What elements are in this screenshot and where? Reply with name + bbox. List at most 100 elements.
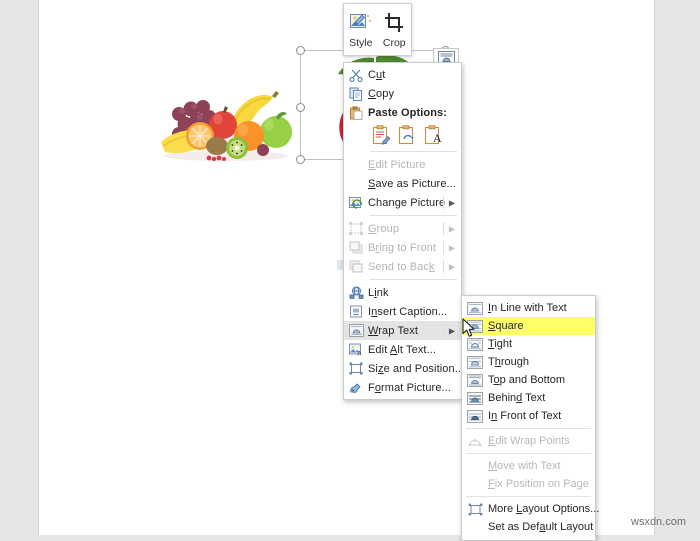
menu-item-size-and-position[interactable]: Size and Position...: [344, 359, 465, 378]
inline-with-text-icon: [462, 299, 488, 317]
menu-item-send-to-back-label: Send to Back: [368, 260, 435, 273]
submenu-item-behind-text[interactable]: Behind Text: [462, 389, 595, 407]
menu-item-edit-alt-text-label: Edit Alt Text...: [368, 343, 437, 356]
resize-handle-middle-left[interactable]: [296, 103, 305, 112]
picture-style-icon: [349, 10, 373, 34]
submenu-item-square[interactable]: Square: [462, 317, 595, 335]
menu-item-save-as-picture-label: Save as Picture...: [368, 177, 457, 190]
submenu-separator: [466, 496, 591, 497]
submenu-item-fix-position-on-page: Fix Position on Page: [462, 475, 595, 493]
submenu-separator: [466, 453, 591, 454]
alt-text-icon: A: [344, 340, 368, 359]
submenu-divider: [443, 260, 444, 273]
mini-toolbar-style-button[interactable]: Style: [344, 4, 378, 55]
mini-toolbar-crop-label: Crop: [382, 37, 406, 49]
mini-toolbar-crop-button[interactable]: Crop: [378, 4, 412, 55]
submenu-divider: [443, 222, 444, 235]
menu-item-change-picture[interactable]: Change Picture ▶: [344, 193, 461, 212]
change-picture-icon: [344, 193, 368, 212]
submenu-item-through[interactable]: Through: [462, 353, 595, 371]
menu-item-link-label: Link: [368, 286, 389, 299]
submenu-item-in-front-of-text[interactable]: In Front of Text: [462, 407, 595, 425]
menu-separator: [370, 151, 457, 152]
watermark-wsxdn: wsxdn.com: [631, 516, 687, 528]
menu-item-group: Group ▶: [344, 219, 461, 238]
menu-separator: [370, 279, 457, 280]
menu-item-format-picture[interactable]: Format Picture...: [344, 378, 461, 397]
menu-item-copy-label: Copy: [368, 87, 395, 100]
paste-options-row[interactable]: A: [344, 122, 461, 148]
submenu-item-move-with-text: Move with Text: [462, 457, 595, 475]
square-wrap-icon: [462, 317, 488, 335]
keep-text-only-icon[interactable]: A: [420, 123, 446, 147]
submenu-item-tight-label: Tight: [488, 338, 513, 350]
submenu-item-set-as-default-layout-label: Set as Default Layout: [488, 521, 594, 533]
menu-header-paste-options: Paste Options:: [344, 103, 461, 122]
resize-handle-bottom-left[interactable]: [296, 155, 305, 164]
insert-caption-icon: [344, 302, 368, 321]
no-icon: [344, 174, 368, 193]
submenu-item-more-layout-options-label: More Layout Options...: [488, 503, 600, 515]
submenu-item-top-and-bottom[interactable]: Top and Bottom: [462, 371, 595, 389]
menu-item-bring-to-front-label: Bring to Front: [368, 241, 437, 254]
submenu-divider: [443, 241, 444, 254]
left-page-gutter: [0, 0, 38, 535]
submenu-item-square-label: Square: [488, 320, 524, 332]
menu-item-save-as-picture[interactable]: Save as Picture...: [344, 174, 461, 193]
menu-item-link[interactable]: Link: [344, 283, 461, 302]
behind-text-icon: [462, 389, 488, 407]
through-wrap-icon: [462, 353, 488, 371]
wrap-text-submenu[interactable]: In Line with Text Square Tight Through T…: [461, 295, 599, 541]
link-icon: [344, 283, 368, 302]
send-to-back-icon: [344, 257, 368, 276]
svg-text:A: A: [357, 351, 361, 356]
chevron-right-icon: ▶: [448, 243, 455, 252]
menu-item-insert-caption-label: Insert Caption...: [368, 305, 448, 318]
no-icon: [462, 457, 488, 475]
tight-wrap-icon: [462, 335, 488, 353]
menu-item-group-label: Group: [368, 222, 400, 235]
in-front-of-text-icon: [462, 407, 488, 425]
no-icon: [344, 155, 368, 174]
right-page-gutter: [656, 0, 700, 535]
menu-item-send-to-back: Send to Back ▶: [344, 257, 461, 276]
document-page[interactable]: TheWindowsClub Style: [38, 0, 655, 541]
fruit-basket-picture[interactable]: [151, 70, 301, 165]
bring-to-front-icon: [344, 238, 368, 257]
copy-icon: [344, 84, 368, 103]
submenu-item-behind-text-label: Behind Text: [488, 392, 546, 404]
menu-item-wrap-text[interactable]: Wrap Text ▶: [344, 321, 461, 340]
submenu-divider: [443, 324, 444, 337]
no-icon: [462, 475, 488, 493]
submenu-item-move-with-text-label: Move with Text: [488, 460, 561, 472]
menu-item-cut[interactable]: Cut: [344, 65, 461, 84]
submenu-item-in-line-with-text[interactable]: In Line with Text: [462, 299, 595, 317]
submenu-item-more-layout-options[interactable]: More Layout Options...: [462, 500, 599, 518]
no-icon: [462, 518, 488, 536]
submenu-item-edit-wrap-points-label: Edit Wrap Points: [488, 435, 570, 447]
submenu-item-set-as-default-layout[interactable]: Set as Default Layout: [462, 518, 595, 536]
submenu-item-top-and-bottom-label: Top and Bottom: [488, 374, 566, 386]
chevron-right-icon: ▶: [448, 198, 455, 207]
scissors-icon: [344, 65, 368, 84]
submenu-item-in-front-of-text-label: In Front of Text: [488, 410, 562, 422]
resize-handle-top-left[interactable]: [296, 46, 305, 55]
menu-item-edit-alt-text[interactable]: A Edit Alt Text...: [344, 340, 461, 359]
menu-item-insert-caption[interactable]: Insert Caption...: [344, 302, 461, 321]
edit-wrap-points-icon: [462, 432, 488, 450]
keep-source-formatting-icon[interactable]: [368, 123, 394, 147]
top-and-bottom-icon: [462, 371, 488, 389]
menu-item-bring-to-front: Bring to Front ▶: [344, 238, 461, 257]
picture-context-menu[interactable]: Cut Copy Paste Options: A Edit Picture S…: [343, 62, 465, 400]
submenu-item-fix-position-on-page-label: Fix Position on Page: [488, 478, 589, 490]
menu-item-change-picture-label: Change Picture: [368, 196, 446, 209]
svg-text:A: A: [433, 131, 442, 145]
mini-toolbar[interactable]: Style Crop: [343, 3, 412, 56]
wrap-text-icon: [344, 321, 368, 340]
submenu-item-tight[interactable]: Tight: [462, 335, 595, 353]
menu-item-cut-label: Cut: [368, 68, 386, 81]
menu-item-size-and-position-label: Size and Position...: [368, 362, 465, 375]
menu-item-copy[interactable]: Copy: [344, 84, 461, 103]
picture-icon[interactable]: [394, 123, 420, 147]
menu-item-format-picture-label: Format Picture...: [368, 381, 452, 394]
